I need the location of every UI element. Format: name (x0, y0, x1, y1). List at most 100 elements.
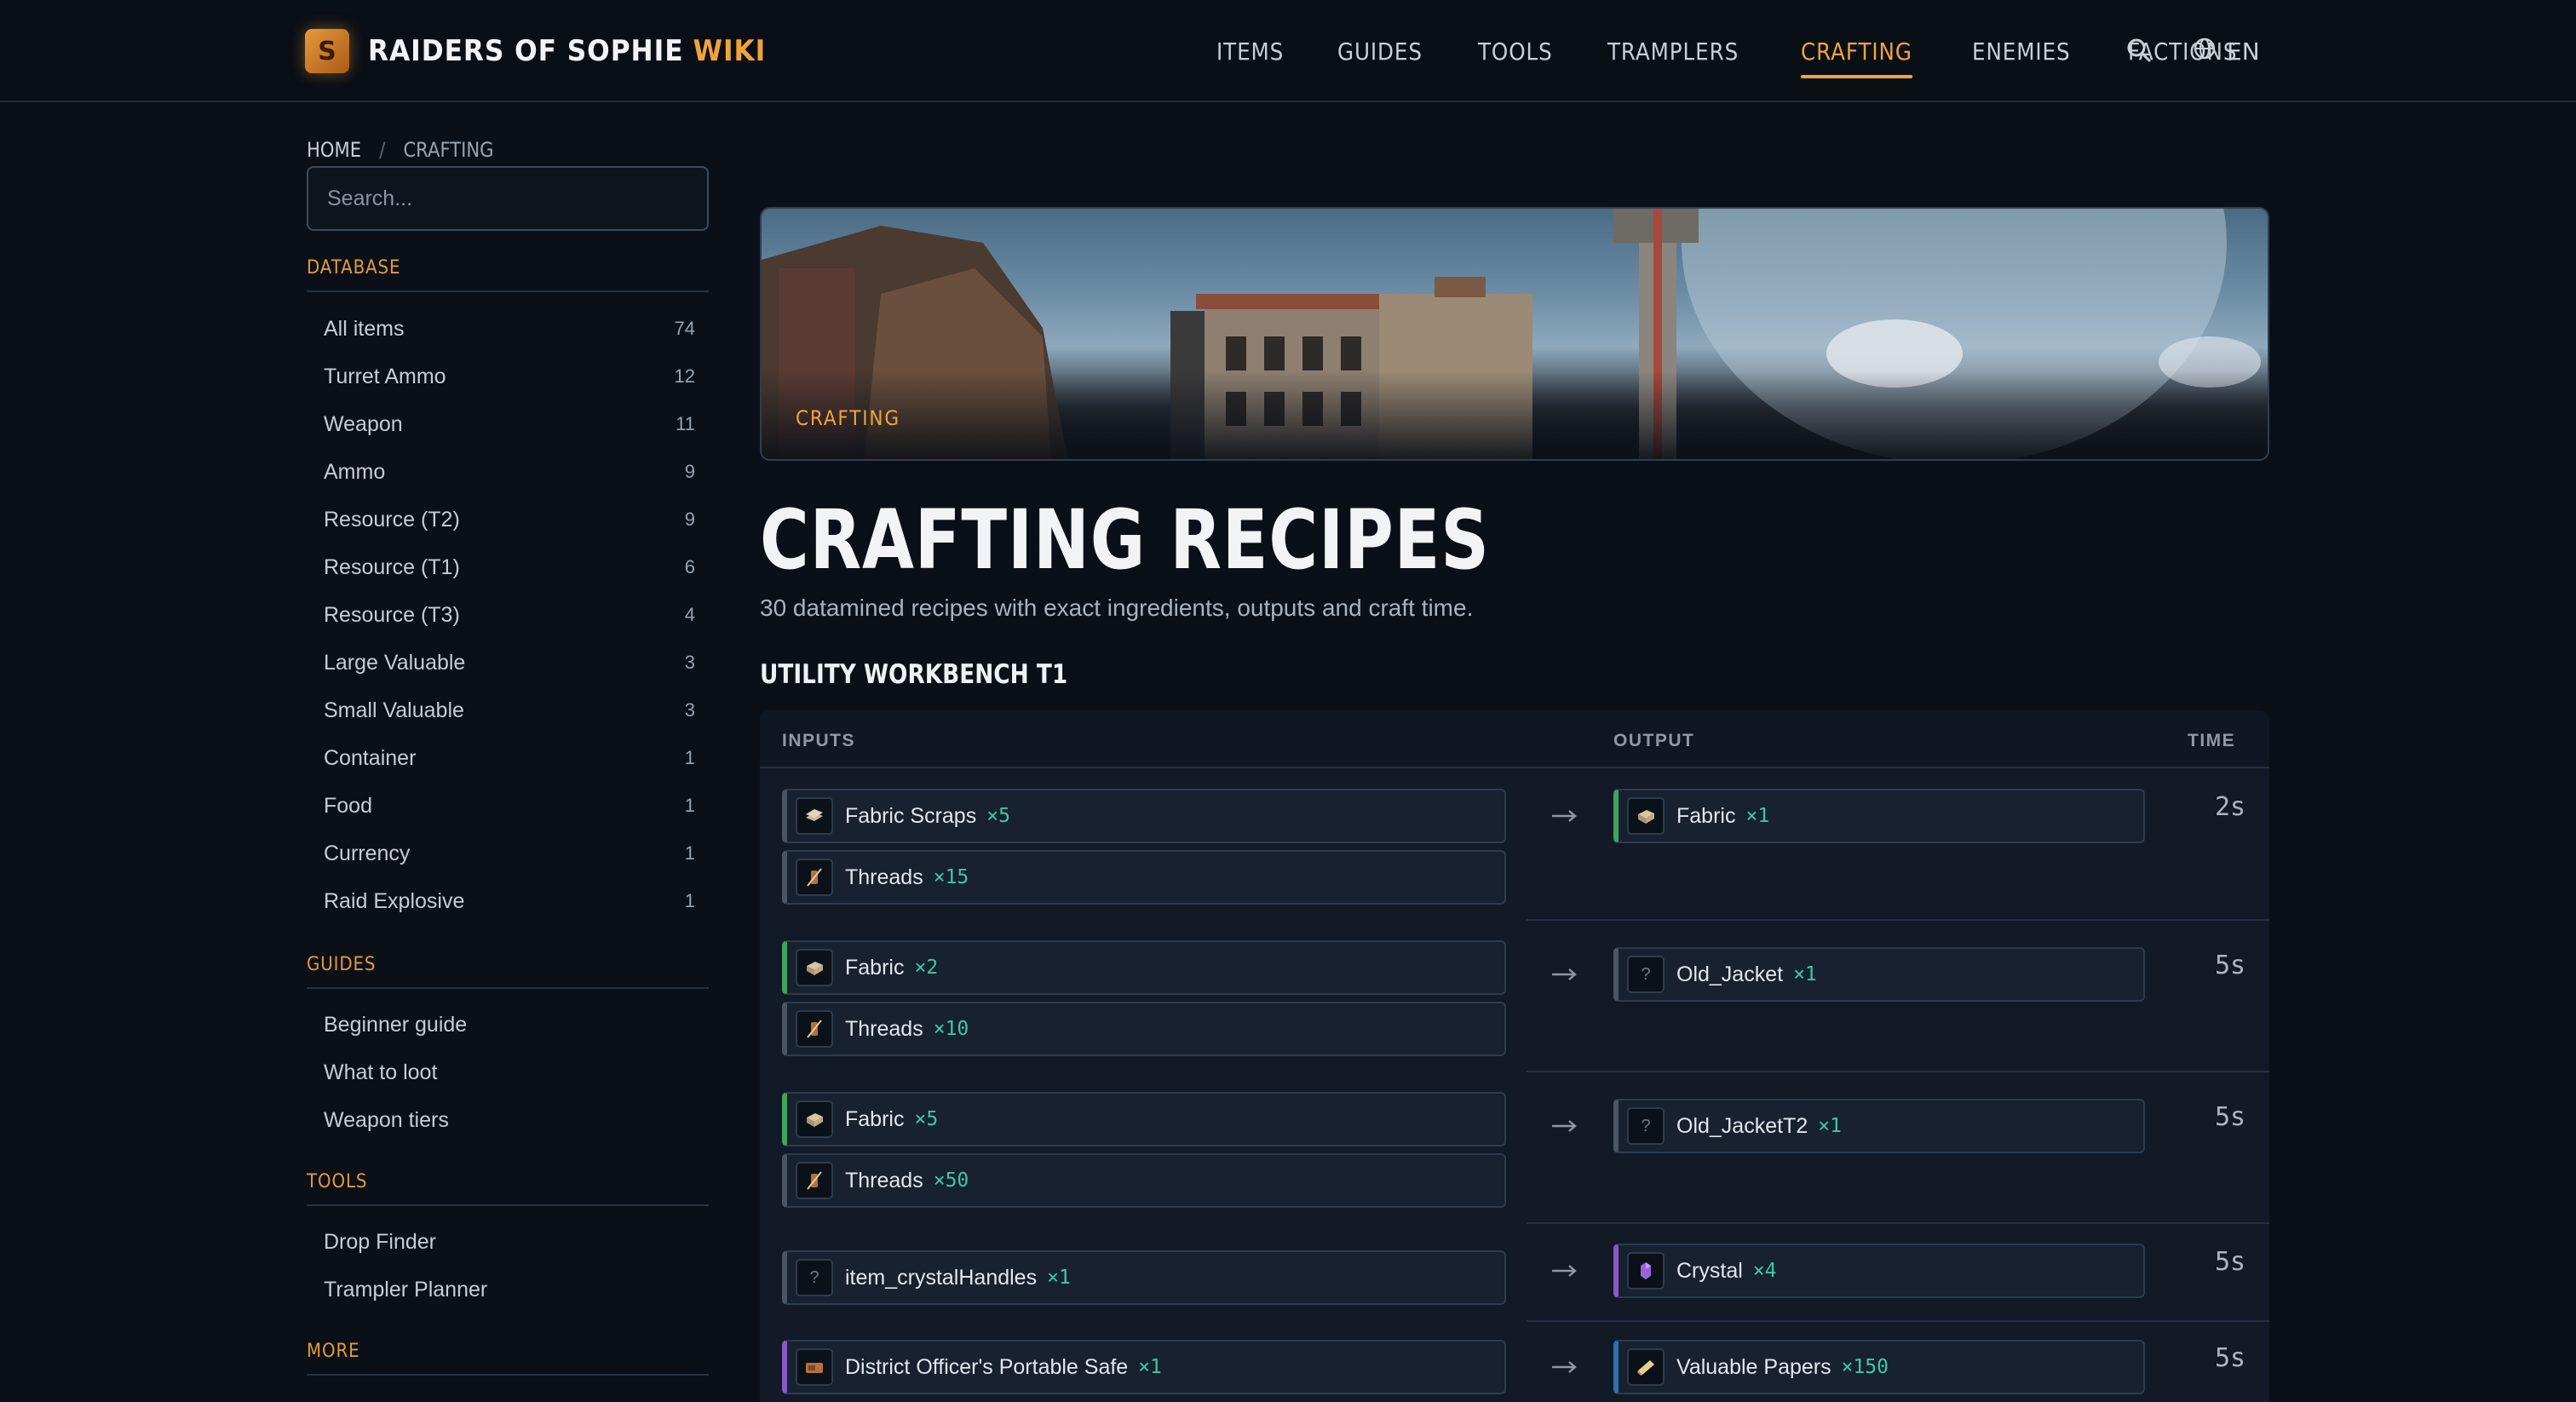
recipe-output-chip[interactable]: Fabric ×1 (1613, 789, 2145, 843)
sidebar-item-weapon-tiers[interactable]: Weapon tiers (307, 1096, 709, 1144)
site-title: RAIDERS OF SOPHIE WIKI (368, 34, 766, 68)
database-heading: DATABASE (307, 257, 709, 292)
top-navigation-bar: S RAIDERS OF SOPHIE WIKI ITEMS GUIDES TOO… (0, 0, 2576, 102)
sidebar-item-raid-explosive[interactable]: Raid Explosive 1 (307, 877, 709, 925)
item-name: Valuable Papers (1676, 1354, 1831, 1379)
nav-crafting[interactable]: CRAFTING (1801, 0, 1912, 102)
sidebar-item-currency[interactable]: Currency 1 (307, 830, 709, 877)
database-list: All items 74 Turret Ammo 12 Weapon 11 Ammo 9… (307, 305, 709, 925)
sidebar-item-resource-t1[interactable]: Resource (T1) 6 (307, 543, 709, 591)
item-quantity: ×5 (986, 805, 1010, 827)
safe-icon (796, 1348, 833, 1386)
sidebar-item-trampler-planner[interactable]: Trampler Planner (307, 1266, 709, 1313)
item-name: Fabric (845, 955, 905, 980)
logo-badge-icon: S (305, 29, 349, 73)
recipe-output-chip[interactable]: Crystal ×4 (1613, 1244, 2145, 1298)
recipe-row: Fabric ×5 Threads ×50? Old_JacketT2 ×1 5s (760, 1072, 2269, 1224)
item-name: item_crystalHandles (845, 1265, 1038, 1290)
item-name: Threads (845, 865, 923, 889)
sidebar-item-resource-t3[interactable]: Resource (T3) 4 (307, 591, 709, 639)
recipe-input-chip[interactable]: Fabric ×5 (782, 1092, 1506, 1146)
language-selector[interactable]: EN (2193, 34, 2260, 68)
site-logo[interactable]: S RAIDERS OF SOPHIE WIKI (305, 26, 801, 77)
column-output: OUTPUT (1613, 731, 1695, 750)
sidebar-item-small-valuable[interactable]: Small Valuable 3 (307, 687, 709, 734)
item-name: District Officer's Portable Safe (845, 1354, 1129, 1379)
item-name: Old_JacketT2 (1676, 1113, 1808, 1138)
item-name: Fabric (1676, 803, 1736, 828)
column-inputs: INPUTS (782, 731, 856, 750)
sidebar-item-what-to-loot[interactable]: What to loot (307, 1049, 709, 1096)
column-time: TIME (2188, 731, 2236, 750)
recipe-input-chip[interactable]: Threads ×10 (782, 1002, 1506, 1056)
recipe-input-chip[interactable]: Fabric ×2 (782, 940, 1506, 995)
sidebar-item-turret-ammo[interactable]: Turret Ammo 12 (307, 353, 709, 400)
sidebar-search-input[interactable] (307, 166, 709, 231)
breadcrumb-home[interactable]: HOME (307, 138, 361, 162)
recipe-input-chip[interactable]: District Officer's Portable Safe ×1 (782, 1340, 1506, 1394)
arrow-right-icon (1547, 1359, 1581, 1376)
item-count: 1 (684, 890, 695, 911)
sidebar-item-resource-t2[interactable]: Resource (T2) 9 (307, 496, 709, 543)
tools-list: Drop Finder Trampler Planner (307, 1218, 709, 1313)
guides-heading: GUIDES (307, 954, 709, 989)
recipe-input-chip[interactable]: Threads ×15 (782, 850, 1506, 905)
sidebar-item-container[interactable]: Container 1 (307, 734, 709, 782)
recipe-output-chip[interactable]: Valuable Papers ×150 (1613, 1340, 2145, 1394)
arrow-right-icon (1547, 1118, 1581, 1135)
sidebar-item-food[interactable]: Food 1 (307, 782, 709, 830)
item-count: 12 (674, 365, 695, 387)
item-quantity: ×2 (914, 957, 939, 979)
sidebar-item-drop-finder[interactable]: Drop Finder (307, 1218, 709, 1266)
item-count: 11 (676, 413, 695, 434)
arrow-right-icon (1547, 807, 1581, 825)
nav-enemies[interactable]: ENEMIES (1972, 0, 2070, 102)
item-count: 3 (684, 699, 695, 721)
recipe-row: Fabric ×2 Threads ×10? Old_Jacket ×1 5s (760, 920, 2269, 1072)
language-label: EN (2227, 37, 2260, 66)
nav-guides[interactable]: GUIDES (1337, 0, 1423, 102)
item-count: 3 (684, 652, 695, 673)
recipe-output-chip[interactable]: ? Old_JacketT2 ×1 (1613, 1099, 2145, 1153)
breadcrumb-current: CRAFTING (403, 138, 494, 162)
fabric-scraps-icon (796, 797, 833, 835)
item-quantity: ×50 (933, 1169, 969, 1192)
breadcrumb-separator: / (379, 138, 386, 162)
sidebar-item-beginner-guide[interactable]: Beginner guide (307, 1001, 709, 1049)
recipe-input-chip[interactable]: Fabric Scraps ×5 (782, 789, 1506, 843)
sidebar-item-all-items[interactable]: All items 74 (307, 305, 709, 353)
item-count: 74 (674, 318, 695, 339)
hero-scenery-image (762, 209, 2268, 459)
item-name: Crystal (1676, 1258, 1743, 1283)
sidebar-item-large-valuable[interactable]: Large Valuable 3 (307, 639, 709, 687)
unknown-icon: ? (1627, 1107, 1665, 1145)
nav-items[interactable]: ITEMS (1216, 0, 1284, 102)
unknown-icon: ? (796, 1259, 833, 1296)
item-count: 1 (684, 795, 695, 816)
item-quantity: ×1 (1138, 1356, 1162, 1378)
item-quantity: ×150 (1841, 1356, 1889, 1378)
tools-heading: TOOLS (307, 1171, 709, 1206)
nav-tools[interactable]: TOOLS (1478, 0, 1553, 102)
papers-icon (1627, 1348, 1665, 1386)
item-count: 9 (684, 461, 695, 482)
nav-tramplers[interactable]: TRAMPLERS (1607, 0, 1739, 102)
fabric-icon (1627, 797, 1665, 835)
recipes-table-header: INPUTS OUTPUT TIME (760, 710, 2269, 768)
craft-time: 5s (2215, 1343, 2246, 1373)
item-name: Fabric Scraps (845, 803, 977, 828)
recipes-table: INPUTS OUTPUT TIME Fabric Scraps ×5 Thread… (760, 710, 2269, 1402)
recipe-output-chip[interactable]: ? Old_Jacket ×1 (1613, 947, 2145, 1002)
search-icon[interactable] (2125, 36, 2153, 65)
recipe-input-chip[interactable]: ? item_crystalHandles ×1 (782, 1250, 1506, 1305)
arrow-right-icon (1547, 1262, 1581, 1279)
guides-list: Beginner guide What to loot Weapon tiers (307, 1001, 709, 1144)
craft-time: 2s (2215, 792, 2246, 822)
recipe-input-chip[interactable]: Threads ×50 (782, 1153, 1506, 1208)
sidebar-item-weapon[interactable]: Weapon 11 (307, 400, 709, 448)
craft-time: 5s (2215, 1102, 2246, 1132)
item-count: 4 (684, 604, 695, 625)
sidebar-item-ammo[interactable]: Ammo 9 (307, 448, 709, 496)
item-count: 9 (684, 509, 695, 530)
threads-icon (796, 1162, 833, 1199)
